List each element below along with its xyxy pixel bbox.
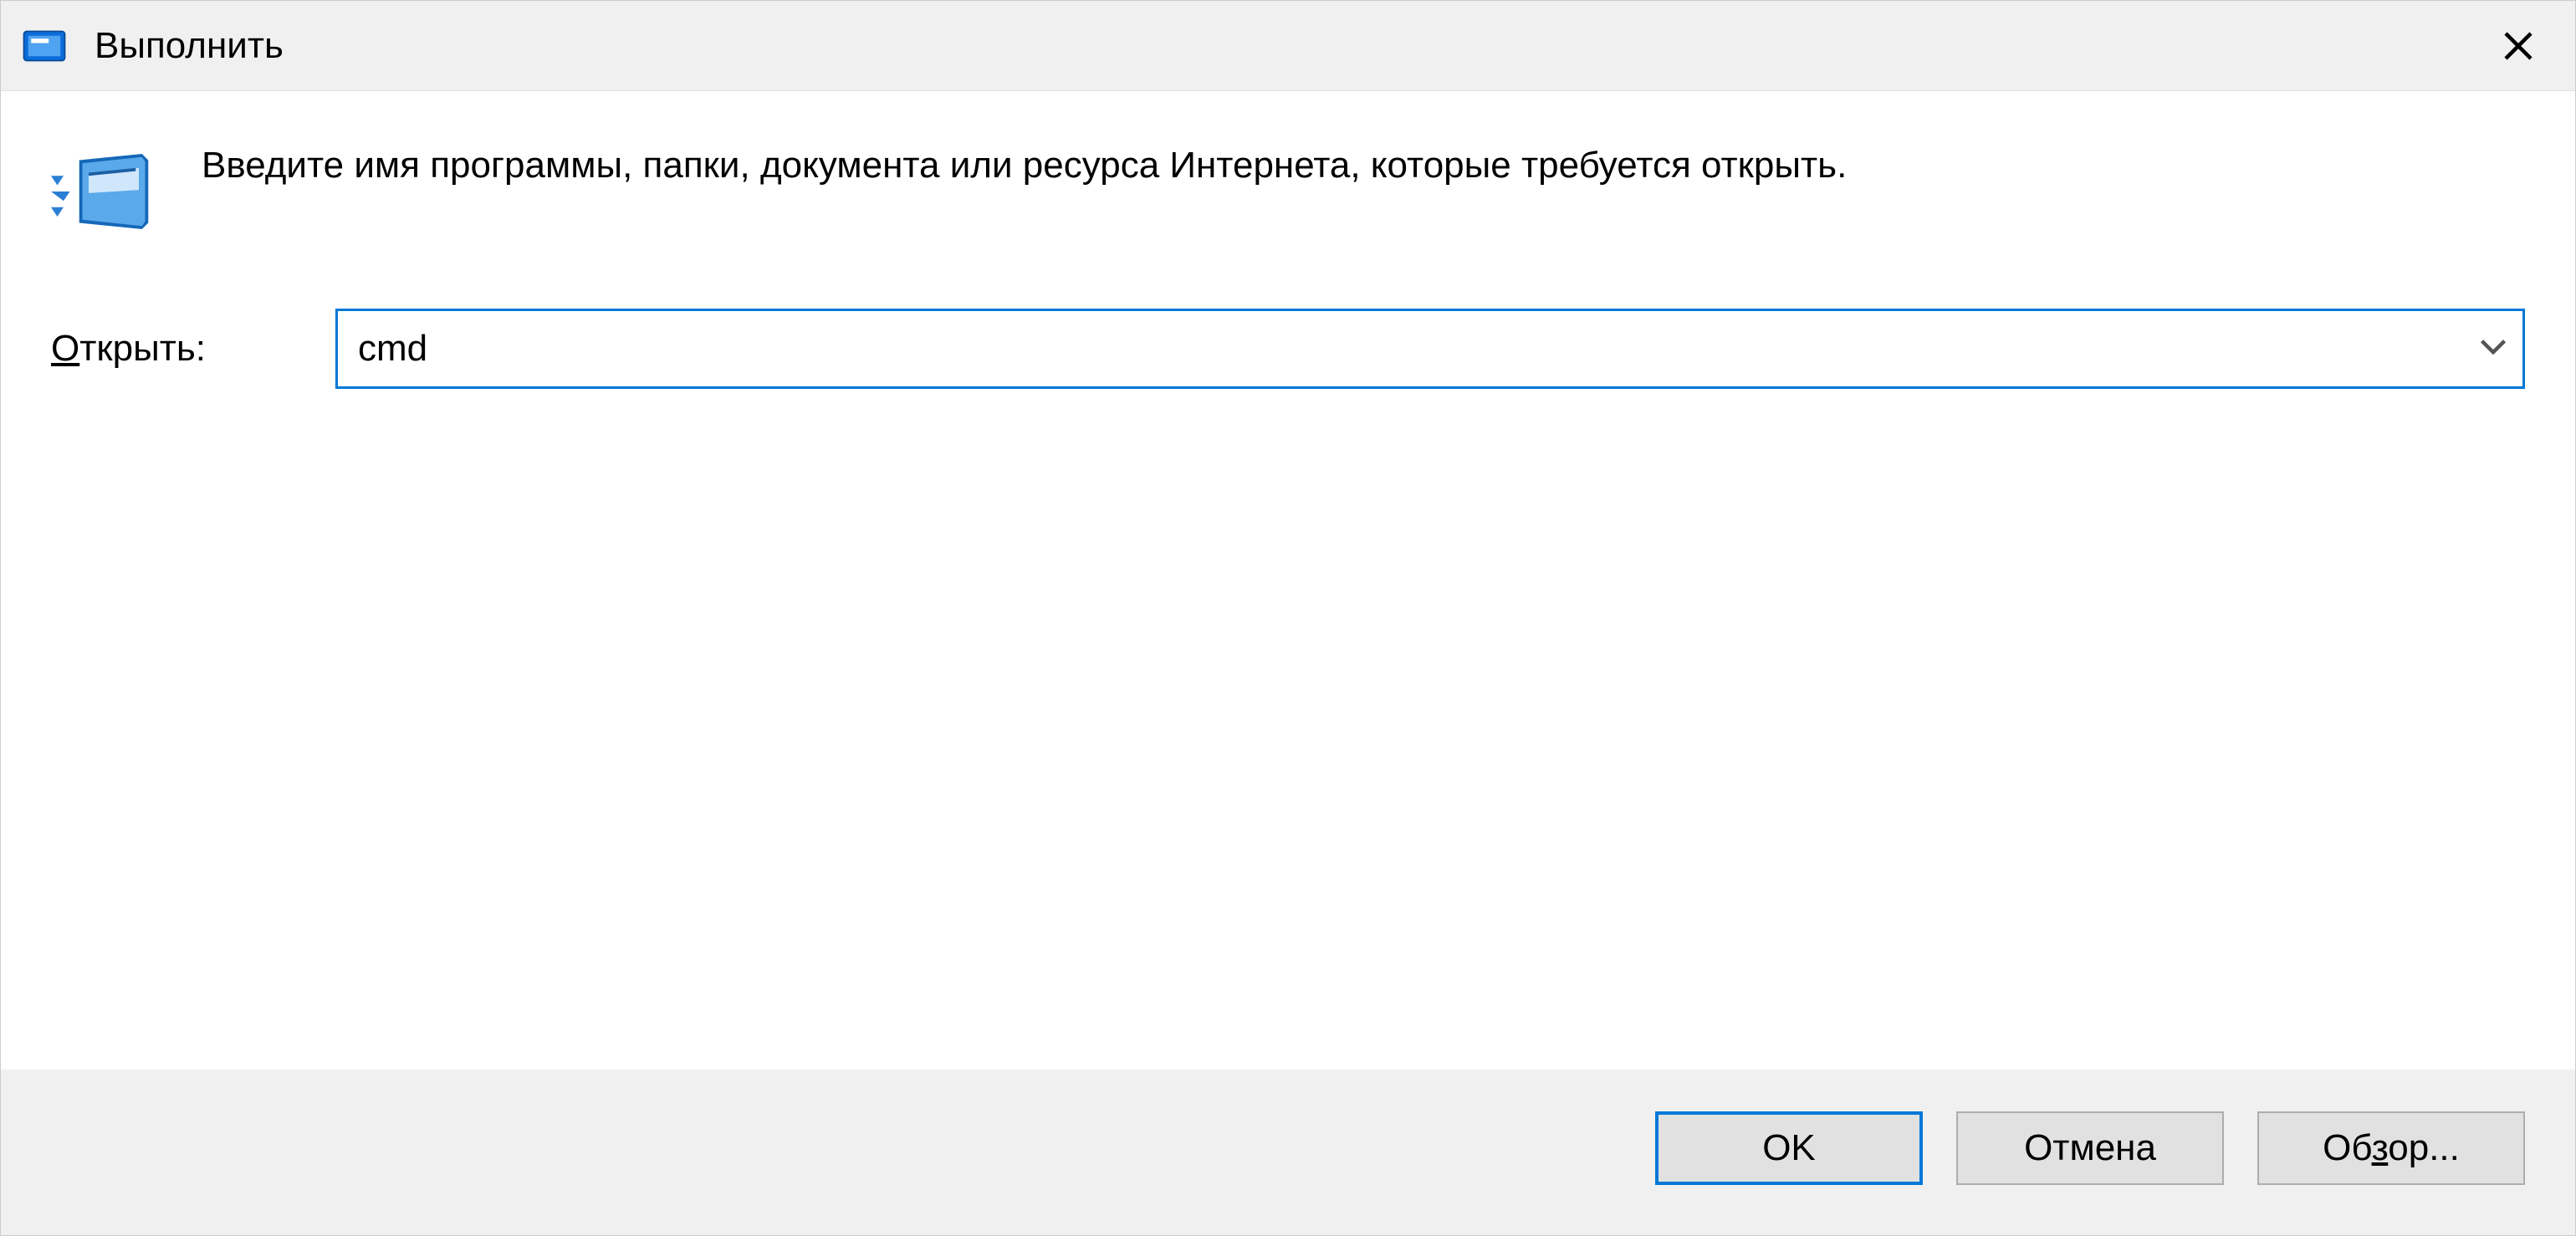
input-row: Открыть: <box>51 309 2525 389</box>
open-input[interactable] <box>335 309 2525 389</box>
dialog-description: Введите имя программы, папки, документа … <box>202 141 1847 189</box>
window-title: Выполнить <box>95 25 2481 67</box>
open-combobox[interactable] <box>335 309 2525 389</box>
run-app-icon-small <box>21 23 68 69</box>
button-bar: OK Отмена Обзор... <box>1 1070 2575 1235</box>
info-row: Введите имя программы, папки, документа … <box>51 141 2525 233</box>
close-icon <box>2502 29 2535 63</box>
run-app-icon <box>51 150 151 233</box>
titlebar: Выполнить <box>1 1 2575 91</box>
open-label: Открыть: <box>51 328 302 370</box>
close-button[interactable] <box>2481 9 2555 83</box>
dialog-content: Введите имя программы, папки, документа … <box>1 91 2575 1070</box>
browse-button[interactable]: Обзор... <box>2257 1111 2525 1185</box>
cancel-button[interactable]: Отмена <box>1956 1111 2224 1185</box>
run-dialog: Выполнить Введите имя программы <box>0 0 2576 1236</box>
ok-button[interactable]: OK <box>1655 1111 1923 1185</box>
